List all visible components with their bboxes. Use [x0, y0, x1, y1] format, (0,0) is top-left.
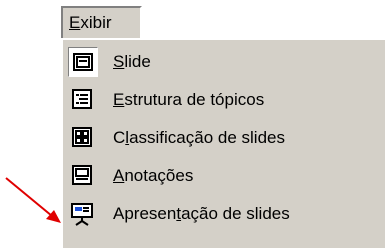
menu-item-outline[interactable]: Estrutura de tópicos	[63, 82, 383, 118]
menu-exibir-title[interactable]: Exibir	[61, 6, 142, 40]
menu-item-notes[interactable]: Anotações	[63, 158, 383, 194]
outline-view-icon	[68, 85, 98, 115]
slide-show-icon	[68, 199, 98, 229]
red-arrow-icon	[5, 177, 61, 223]
slide-sorter-icon	[68, 123, 98, 153]
menu-item-label: Estrutura de tópicos	[113, 90, 265, 109]
menu-item-label: Apresentação de slides	[113, 204, 290, 223]
menu-title-rest: xibir	[80, 13, 112, 32]
menu-item-slide-show[interactable]: Apresentação de slides	[63, 196, 383, 232]
notes-page-icon	[68, 161, 98, 191]
menu-item-label: Classificação de slides	[113, 128, 285, 147]
menu-dropdown: Slide Estrutura de tópicos Classificação…	[61, 38, 385, 248]
menu-item-label: Slide	[113, 52, 151, 71]
menu-item-slide-sorter[interactable]: Classificação de slides	[63, 120, 383, 156]
menu-item-slide[interactable]: Slide	[63, 44, 383, 80]
slide-view-icon	[68, 47, 98, 77]
menu-item-label: Anotações	[113, 166, 194, 185]
menu-title-mnemonic: E	[69, 13, 81, 32]
